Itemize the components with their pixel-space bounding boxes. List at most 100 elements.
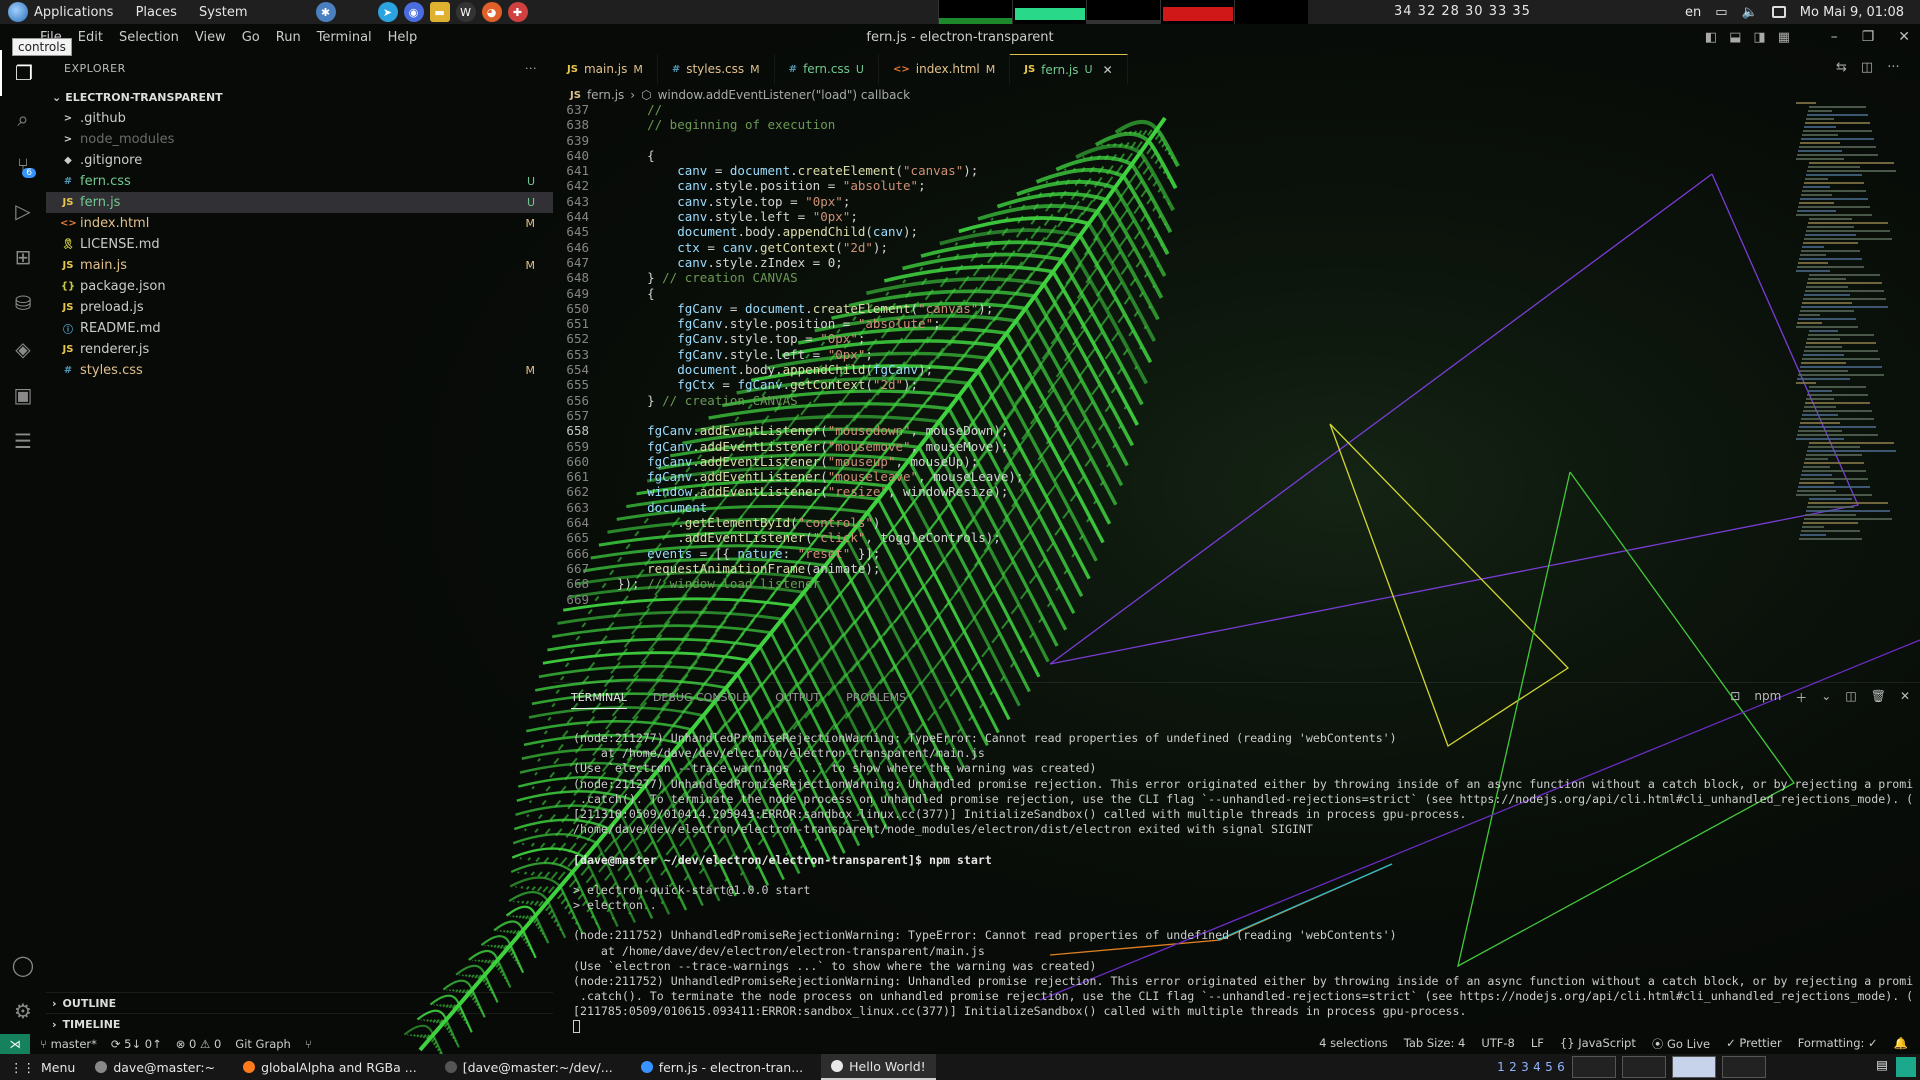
file-item[interactable]: ⓘ README.md: [46, 318, 553, 339]
workspace-preview[interactable]: [1722, 1056, 1766, 1078]
menu-go[interactable]: Go: [242, 30, 260, 45]
taskbar-window[interactable]: globalAlpha and RGBa ...: [233, 1054, 427, 1080]
file-item[interactable]: 🎗 LICENSE.md: [46, 234, 553, 255]
file-item[interactable]: > node_modules: [46, 129, 553, 150]
toggle-panel-icon[interactable]: ⬓: [1729, 30, 1741, 45]
tab-fern-css[interactable]: # fern.css U: [775, 54, 879, 84]
notification-icon[interactable]: [1772, 6, 1786, 18]
go-live-button[interactable]: ⦿ Go Live: [1652, 1036, 1710, 1052]
close-panel-icon[interactable]: ✕: [1900, 689, 1910, 706]
outline-section[interactable]: › OUTLINE: [46, 992, 553, 1013]
system-menu-item[interactable]: System: [199, 5, 247, 20]
chevron-down-icon[interactable]: ⌄: [1821, 689, 1831, 706]
menu-view[interactable]: View: [195, 30, 226, 45]
app-launcher-icon[interactable]: ✚: [508, 2, 528, 22]
tree-icon[interactable]: ☰: [0, 418, 46, 464]
file-item[interactable]: > .github: [46, 108, 553, 129]
menu-edit[interactable]: Edit: [78, 30, 103, 45]
new-terminal-icon[interactable]: ＋: [1795, 689, 1807, 706]
start-menu-button[interactable]: ⋮⋮ Menu: [0, 1054, 85, 1080]
applications-menu[interactable]: Applications: [34, 5, 113, 20]
timeline-section[interactable]: › TIMELINE: [46, 1013, 553, 1034]
menu-selection[interactable]: Selection: [119, 30, 179, 45]
tab-main-js[interactable]: JS main.js M: [553, 54, 658, 84]
workspace-1[interactable]: 1: [1496, 1060, 1506, 1074]
tab-problems[interactable]: PROBLEMS: [846, 691, 906, 709]
account-icon[interactable]: ◯: [0, 942, 46, 988]
restore-icon[interactable]: ❐: [1862, 29, 1875, 45]
workspace-5[interactable]: 5: [1544, 1060, 1554, 1074]
prettier-status[interactable]: ✓ Prettier: [1726, 1036, 1782, 1052]
workspace-2[interactable]: 2: [1508, 1060, 1518, 1074]
file-item[interactable]: JS main.js M: [46, 255, 553, 276]
formatting-status[interactable]: Formatting: ✓: [1798, 1036, 1878, 1052]
project-folder[interactable]: ⌄ ELECTRON-TRANSPARENT: [46, 86, 553, 108]
toggle-secondary-sidebar-icon[interactable]: ◨: [1753, 30, 1765, 45]
clock[interactable]: Mo Mai 9, 01:08: [1800, 5, 1904, 20]
customize-layout-icon[interactable]: ▦: [1778, 30, 1790, 45]
taskbar-window[interactable]: Hello World!: [821, 1054, 936, 1080]
terminal-output[interactable]: (node:211277) UnhandledPromiseRejectionW…: [573, 731, 1913, 1035]
file-item[interactable]: JS preload.js: [46, 297, 553, 318]
close-tab-icon[interactable]: ✕: [1103, 63, 1113, 77]
keyboard-layout[interactable]: en: [1685, 5, 1701, 20]
file-item[interactable]: {} package.json: [46, 276, 553, 297]
remote-explorer-icon[interactable]: ▣: [0, 372, 46, 418]
trash-icon[interactable]: 🗑: [1871, 689, 1886, 706]
workspace-preview[interactable]: [1572, 1056, 1616, 1078]
show-desktop-icon[interactable]: [1896, 1057, 1916, 1077]
git-branch[interactable]: ⑂ master*: [40, 1037, 97, 1051]
firefox-launcher-icon[interactable]: ◕: [482, 2, 502, 22]
search-icon[interactable]: ⌕: [0, 96, 46, 142]
source-control-status-icon[interactable]: ⑂: [305, 1037, 312, 1051]
tab-styles-css[interactable]: # styles.css M: [658, 54, 775, 84]
split-terminal-icon[interactable]: ◫: [1845, 689, 1856, 706]
git-sync[interactable]: ⟳ 5↓ 0↑: [111, 1037, 162, 1051]
tab-output[interactable]: OUTPUT: [775, 691, 820, 709]
close-icon[interactable]: ✕: [1898, 29, 1910, 45]
menu-terminal[interactable]: Terminal: [317, 30, 372, 45]
breadcrumb-symbol[interactable]: window.addEventListener("load") callback: [658, 88, 911, 102]
open-changes-icon[interactable]: ⇆: [1836, 60, 1847, 75]
toggle-sidebar-icon[interactable]: ◧: [1705, 30, 1717, 45]
chromium-launcher-icon[interactable]: ◉: [404, 2, 424, 22]
distro-logo-icon[interactable]: [8, 2, 28, 22]
explorer-icon[interactable]: ❐: [0, 50, 46, 96]
taskbar-window[interactable]: fern.js - electron-tran...: [631, 1054, 813, 1080]
more-actions-icon[interactable]: ···: [525, 62, 537, 75]
workspace-6[interactable]: 6: [1556, 1060, 1566, 1074]
minimap[interactable]: [1796, 102, 1906, 642]
display-icon[interactable]: ▭: [1715, 5, 1727, 20]
split-editor-icon[interactable]: ◫: [1861, 60, 1873, 75]
telegram-launcher-icon[interactable]: ➤: [378, 2, 398, 22]
bell-icon[interactable]: 🔔: [1894, 1036, 1908, 1052]
file-item[interactable]: JS fern.js U: [46, 192, 553, 213]
editor-more-icon[interactable]: ···: [1887, 60, 1899, 75]
end-of-line[interactable]: LF: [1531, 1036, 1544, 1052]
vim-launcher-icon[interactable]: W: [456, 2, 476, 22]
taskbar-window[interactable]: [dave@master:~/dev/...: [435, 1054, 623, 1080]
git-graph-button[interactable]: Git Graph: [235, 1037, 291, 1051]
file-item[interactable]: ◆ .gitignore: [46, 150, 553, 171]
files-launcher-icon[interactable]: ▬: [430, 2, 450, 22]
gear-icon[interactable]: ⚙: [0, 988, 46, 1034]
breadcrumb-file[interactable]: fern.js: [587, 88, 624, 102]
tab-fern-js[interactable]: JS fern.js U ✕: [1010, 54, 1127, 84]
extensions-icon[interactable]: ⊞: [0, 234, 46, 280]
encoding[interactable]: UTF-8: [1481, 1036, 1515, 1052]
taskbar-window[interactable]: dave@master:~: [85, 1054, 225, 1080]
places-menu[interactable]: Places: [136, 5, 177, 20]
layers-icon[interactable]: ◈: [0, 326, 46, 372]
tab-debug-console[interactable]: DEBUG CONSOLE: [653, 691, 749, 709]
volume-icon[interactable]: 🔈: [1742, 5, 1758, 20]
workspace-3[interactable]: 3: [1520, 1060, 1530, 1074]
file-item[interactable]: <> index.html M: [46, 213, 553, 234]
language-mode[interactable]: {} JavaScript: [1560, 1036, 1636, 1052]
file-item[interactable]: # styles.css M: [46, 360, 553, 381]
workspace-preview-active[interactable]: [1672, 1056, 1716, 1078]
code-editor[interactable]: 637 //638 // beginning of execution 639 64…: [553, 102, 1753, 607]
tab-size[interactable]: Tab Size: 4: [1404, 1036, 1466, 1052]
tab-index-html[interactable]: <> index.html M: [879, 54, 1010, 84]
minimize-icon[interactable]: –: [1831, 29, 1838, 45]
settings-launcher-icon[interactable]: ✱: [316, 2, 336, 22]
